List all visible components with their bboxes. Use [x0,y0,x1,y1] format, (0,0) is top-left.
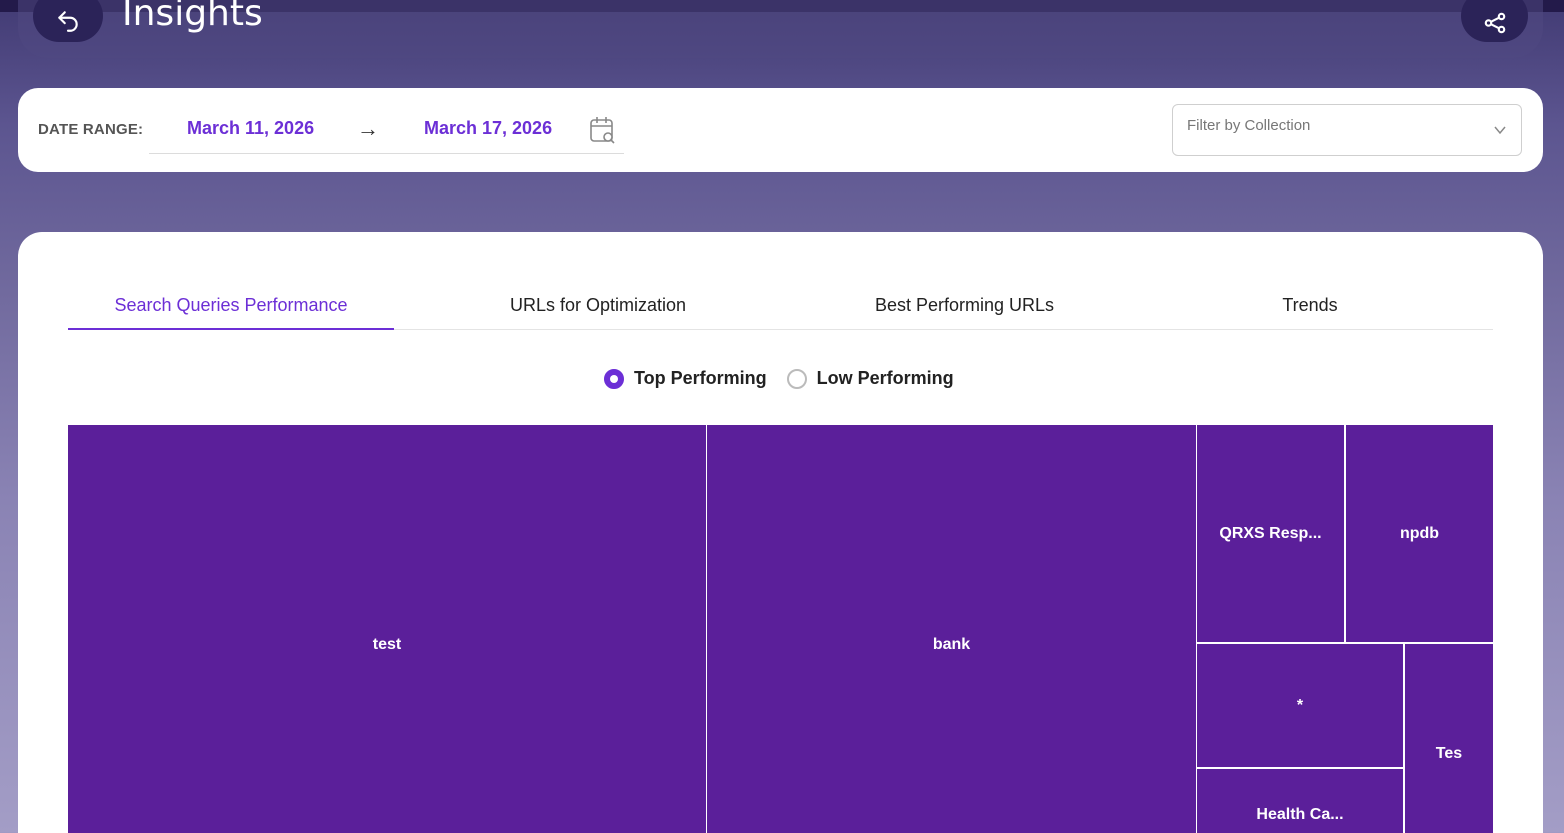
back-button[interactable] [33,0,103,42]
low-performing-option[interactable]: Low Performing [786,368,954,389]
share-button[interactable] [1461,0,1528,42]
treemap-tile-asterisk[interactable]: * [1197,644,1403,767]
tab-search-queries-performance[interactable]: Search Queries Performance [68,282,394,330]
end-date[interactable]: March 17, 2026 [424,118,552,139]
collection-filter-placeholder: Filter by Collection [1187,117,1311,134]
treemap-tile-health-ca[interactable]: Health Ca... [1197,769,1403,833]
share-icon [1484,12,1505,34]
date-filter-card: DATE RANGE: March 11, 2026 → March 17, 2… [18,88,1543,172]
tab-trends[interactable]: Trends [1127,282,1493,329]
chevron-down-icon [1494,126,1506,135]
search-queries-treemap: test bank QRXS Resp... npdb * Tes Health… [68,425,1493,833]
date-range-label: DATE RANGE: [38,121,144,138]
performance-toggle: Top Performing Low Performing [604,368,974,389]
calendar-search-icon[interactable] [589,115,617,145]
treemap-tile-qrxs[interactable]: QRXS Resp... [1197,425,1344,642]
undo-arrow-icon [58,11,78,32]
collection-filter-select[interactable]: Filter by Collection [1172,104,1522,156]
page-title: Insights [122,0,263,34]
treemap-tile-tes[interactable]: Tes [1405,644,1493,833]
treemap-tile-npdb[interactable]: npdb [1346,425,1493,642]
tab-best-performing-urls[interactable]: Best Performing URLs [802,282,1127,329]
low-performing-radio[interactable] [786,368,807,389]
start-date[interactable]: March 11, 2026 [187,118,314,139]
top-performing-radio[interactable] [604,368,624,389]
treemap-tile-test[interactable]: test [68,425,706,833]
top-performing-option[interactable]: Top Performing [604,368,767,389]
low-performing-label[interactable]: Low Performing [817,368,954,389]
tab-urls-for-optimization[interactable]: URLs for Optimization [394,282,802,329]
top-performing-label[interactable]: Top Performing [634,368,767,389]
range-arrow-icon: → [357,116,379,141]
insights-tabs: Search Queries Performance URLs for Opti… [68,282,1493,330]
date-range-picker[interactable]: March 11, 2026 → March 17, 2026 [149,110,624,154]
insights-panel: Search Queries Performance URLs for Opti… [18,232,1543,833]
treemap-tile-bank[interactable]: bank [707,425,1196,833]
